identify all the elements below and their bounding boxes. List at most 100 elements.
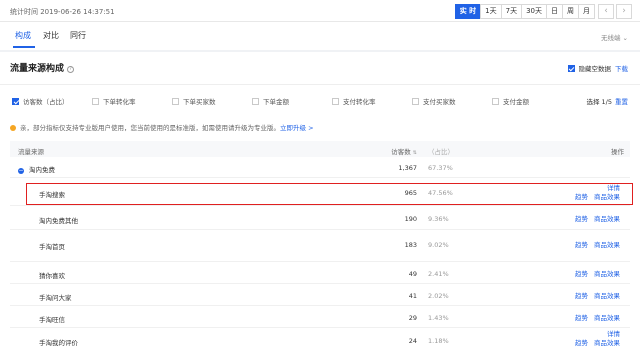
row-source: 手淘问大家: [39, 294, 72, 302]
row-pct: 9.36%: [428, 215, 449, 223]
row-ops: 趋势 商品效果: [569, 270, 620, 279]
row-visits: 29: [408, 314, 417, 322]
table-row: 手淘我的评价 24 1.18% 详情 趋势 商品效果: [10, 328, 630, 350]
row-pct: 2.41%: [428, 270, 449, 278]
row-ops: 趋势 商品效果: [569, 292, 620, 301]
product-effect-link[interactable]: 商品效果: [594, 314, 620, 322]
metric-count: 选择 1/5: [586, 98, 612, 106]
metric-label: 下单金额: [263, 98, 289, 106]
range-30day-button[interactable]: 30天: [521, 4, 547, 19]
metric-label: 支付金额: [503, 98, 529, 106]
time-range-group: 实 时 1天 7天 30天 日 周 月 ‹ ›: [454, 4, 632, 19]
tab-peers[interactable]: 同行: [70, 30, 86, 41]
hide-zero-toggle[interactable]: 隐藏空数据 下载: [567, 63, 628, 73]
row-source: 手淘我的评价: [39, 339, 78, 347]
row-ops: 详情 趋势 商品效果: [569, 330, 620, 348]
metric-order-conversion[interactable]: 下单转化率: [92, 96, 136, 106]
info-icon[interactable]: ?: [67, 66, 75, 73]
product-effect-link[interactable]: 商品效果: [594, 292, 620, 300]
row-visits: 190: [404, 215, 417, 223]
product-effect-link[interactable]: 商品效果: [594, 339, 620, 347]
metric-order-buyers[interactable]: 下单买家数: [172, 96, 216, 106]
metric-label: 下单转化率: [103, 98, 136, 106]
product-effect-link[interactable]: 商品效果: [594, 270, 620, 278]
metric-order-amount[interactable]: 下单金额: [252, 96, 289, 106]
table-row-highlighted: 手淘首页 183 9.02% 趋势 商品效果: [10, 232, 630, 262]
device-filter-dropdown[interactable]: 无线端 ⌄: [601, 32, 628, 42]
row-pct: 1.18%: [428, 337, 449, 345]
tab-compare[interactable]: 对比: [43, 30, 59, 41]
trend-link[interactable]: 趋势: [575, 270, 588, 278]
metric-label: 支付买家数: [423, 98, 456, 106]
row-source[interactable]: − 淘内免费: [18, 164, 55, 174]
row-visits: 183: [404, 241, 417, 249]
upgrade-notice: 亲，部分指标仅支持专业版用户使用，您当前使用的是标准版，如需使用请升级为专业版。…: [10, 122, 314, 132]
row-pct: 9.02%: [428, 241, 449, 249]
metric-checkbox[interactable]: [332, 98, 339, 105]
tabs-bar: 构成 对比 同行: [0, 22, 640, 50]
metric-checkbox[interactable]: [92, 98, 99, 105]
metric-pay-conversion[interactable]: 支付转化率: [332, 96, 376, 106]
download-link[interactable]: 下载: [615, 65, 628, 73]
trend-link[interactable]: 趋势: [575, 314, 588, 322]
product-effect-link[interactable]: 商品效果: [594, 215, 620, 223]
metric-checkbox[interactable]: [252, 98, 259, 105]
divider: [0, 84, 640, 85]
chevron-right-icon[interactable]: ›: [616, 4, 632, 19]
metric-pay-amount[interactable]: 支付金额: [492, 96, 529, 106]
panel-title: 流量来源构成?: [10, 61, 75, 74]
chevron-left-icon[interactable]: ‹: [598, 4, 614, 19]
notice-text: 亲，部分指标仅支持专业版用户使用，您当前使用的是标准版，如需使用请升级为专业版。: [20, 124, 280, 132]
row-source: 淘内免费其他: [39, 217, 78, 225]
sort-icon[interactable]: ⇅: [413, 150, 417, 156]
table-header: 流量来源 访客数 ⇅ （占比） 操作: [10, 141, 630, 157]
row-visits: 1,367: [398, 164, 417, 172]
header-visits-label: 访客数: [391, 148, 411, 156]
top-bar: 统计时间 2019-06-26 14:37:51 实 时 1天 7天 30天 日…: [0, 0, 640, 22]
row-source: 手淘旺信: [39, 316, 65, 324]
range-day-button[interactable]: 日: [546, 4, 563, 19]
header-source: 流量来源: [18, 148, 44, 156]
range-week-button[interactable]: 周: [562, 4, 579, 19]
hide-zero-checkbox[interactable]: [567, 65, 575, 72]
tab-composition[interactable]: 构成: [15, 30, 31, 41]
row-visits: 49: [408, 270, 417, 278]
range-month-button[interactable]: 月: [578, 4, 595, 19]
table-row: 淘内免费其他 190 9.36% 趋势 商品效果: [10, 206, 630, 230]
metric-checkbox[interactable]: [412, 98, 419, 105]
metric-checkbox[interactable]: [492, 98, 499, 105]
trend-link[interactable]: 趋势: [575, 241, 588, 249]
upgrade-link[interactable]: 立即升级 >: [280, 124, 314, 132]
header-pct: （占比）: [428, 148, 454, 156]
row-ops: 趋势 商品效果: [569, 241, 620, 250]
metric-visitors[interactable]: 访客数（占比）: [12, 96, 69, 106]
product-effect-link[interactable]: 商品效果: [594, 241, 620, 249]
highlight-box: [26, 183, 633, 205]
reset-link[interactable]: 重置: [615, 98, 628, 106]
detail-link[interactable]: 详情: [607, 330, 620, 338]
metric-label: 支付转化率: [343, 98, 376, 106]
trend-link[interactable]: 趋势: [575, 339, 588, 347]
header-ops: 操作: [611, 148, 624, 156]
range-1day-button[interactable]: 1天: [480, 4, 502, 19]
metric-checkbox[interactable]: [12, 98, 19, 105]
row-pct: 2.02%: [428, 292, 449, 300]
metric-pay-buyers[interactable]: 支付买家数: [412, 96, 456, 106]
table-row: − 淘内免费 1,367 67.37%: [10, 158, 630, 178]
metric-select-count: 选择 1/5 重置: [586, 96, 628, 106]
collapse-icon[interactable]: −: [18, 168, 24, 174]
range-realtime-button[interactable]: 实 时: [454, 4, 482, 19]
warning-icon: [10, 125, 16, 131]
row-source-label: 淘内免费: [29, 166, 55, 174]
row-pct: 1.43%: [428, 314, 449, 322]
trend-link[interactable]: 趋势: [575, 292, 588, 300]
row-source: 手淘首页: [39, 243, 65, 251]
trend-link[interactable]: 趋势: [575, 215, 588, 223]
metric-label: 访客数（占比）: [23, 98, 69, 106]
row-ops: 趋势 商品效果: [569, 314, 620, 323]
range-7day-button[interactable]: 7天: [500, 4, 523, 19]
metric-checkbox[interactable]: [172, 98, 179, 105]
metric-label: 下单买家数: [183, 98, 216, 106]
table-row: 手淘问大家 41 2.02% 趋势 商品效果: [10, 284, 630, 306]
header-visits[interactable]: 访客数 ⇅: [391, 146, 417, 156]
